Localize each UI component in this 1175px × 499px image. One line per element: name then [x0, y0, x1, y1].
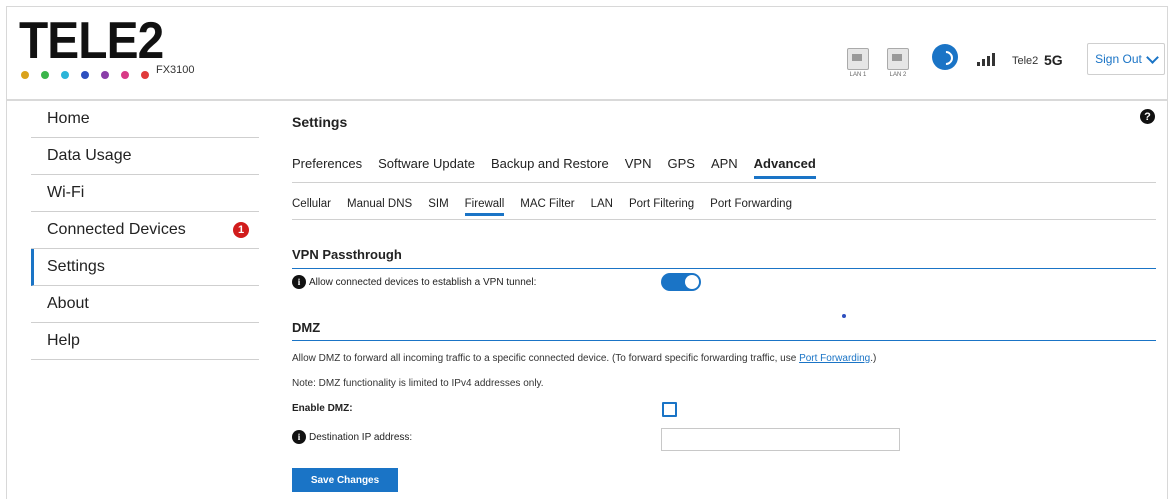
sidebar-item-data-usage[interactable]: Data Usage — [31, 138, 259, 175]
logo-dot — [81, 71, 89, 79]
top-header: TELE2 FX3100 LAN 1 LAN 2 Tele2 5G Sign O… — [7, 7, 1167, 99]
tab-preferences[interactable]: Preferences — [292, 156, 362, 179]
lan2-status: LAN 2 — [886, 48, 910, 78]
notification-badge: 1 — [233, 222, 249, 238]
dmz-description: Allow DMZ to forward all incoming traffi… — [292, 353, 876, 364]
advanced-subtabs: Cellular Manual DNS SIM Firewall MAC Fil… — [292, 198, 792, 216]
sidebar-item-label: Home — [47, 110, 90, 127]
lan-port-icon — [847, 48, 869, 70]
enable-dmz-label: Enable DMZ: — [292, 403, 353, 414]
vpn-section-title: VPN Passthrough — [292, 247, 402, 262]
lan2-label: LAN 2 — [889, 72, 907, 78]
subtabs-divider — [292, 219, 1156, 220]
sidebar-item-connected-devices[interactable]: Connected Devices 1 — [31, 212, 259, 249]
dmz-description-end: .) — [870, 353, 877, 364]
device-model: FX3100 — [156, 64, 195, 76]
network-type: 5G — [1044, 52, 1063, 68]
tab-advanced[interactable]: Advanced — [753, 156, 816, 179]
tab-apn[interactable]: APN — [711, 156, 738, 179]
dmz-description-text: Allow DMZ to forward all incoming traffi… — [292, 353, 800, 364]
sidebar-item-wifi[interactable]: Wi-Fi — [31, 175, 259, 212]
sidebar-item-label: Settings — [47, 258, 105, 275]
cursor-dot — [842, 314, 846, 318]
info-icon[interactable]: i — [292, 275, 306, 289]
save-changes-button[interactable]: Save Changes — [292, 468, 398, 492]
logo-dot — [101, 71, 109, 79]
sidebar-item-label: About — [47, 295, 89, 312]
dmz-note: Note: DMZ functionality is limited to IP… — [292, 378, 544, 389]
page-title: Settings — [292, 114, 348, 130]
sidebar-item-settings[interactable]: Settings — [31, 249, 259, 286]
tab-gps[interactable]: GPS — [667, 156, 694, 179]
logo-dot — [141, 71, 149, 79]
dmz-section-divider — [292, 340, 1156, 341]
tab-vpn[interactable]: VPN — [625, 156, 652, 179]
lan1-status: LAN 1 — [846, 48, 870, 78]
enable-dmz-checkbox[interactable] — [662, 402, 677, 417]
help-icon[interactable]: ? — [1140, 109, 1155, 124]
sign-out-label: Sign Out — [1095, 52, 1142, 66]
subtab-port-filtering[interactable]: Port Filtering — [629, 198, 694, 216]
destination-ip-label: Destination IP address: — [309, 431, 413, 443]
lan-port-icon — [887, 48, 909, 70]
vpn-passthrough-toggle[interactable] — [661, 273, 701, 291]
sidebar-item-label: Help — [47, 332, 80, 349]
subtab-lan[interactable]: LAN — [591, 198, 613, 216]
sidebar: Home Data Usage Wi-Fi Connected Devices … — [31, 101, 259, 360]
sidebar-item-label: Wi-Fi — [47, 184, 85, 201]
subtab-manual-dns[interactable]: Manual DNS — [347, 198, 412, 216]
sidebar-item-home[interactable]: Home — [31, 101, 259, 138]
carrier-name: Tele2 — [1012, 55, 1039, 67]
subtab-cellular[interactable]: Cellular — [292, 198, 331, 216]
tabs-divider — [292, 182, 1156, 183]
sidebar-item-label: Data Usage — [47, 147, 132, 164]
tele2-logo: TELE2 — [19, 12, 164, 70]
wifi-icon — [932, 44, 958, 70]
sidebar-item-about[interactable]: About — [31, 286, 259, 323]
logo-dot — [21, 71, 29, 79]
subtab-mac-filter[interactable]: MAC Filter — [520, 198, 574, 216]
dmz-section-title: DMZ — [292, 320, 321, 335]
subtab-sim[interactable]: SIM — [428, 198, 448, 216]
chevron-down-icon — [1145, 50, 1159, 64]
sidebar-item-label: Connected Devices — [47, 221, 186, 238]
port-forwarding-link[interactable]: Port Forwarding — [799, 353, 870, 364]
toggle-knob — [685, 275, 699, 289]
info-icon[interactable]: i — [292, 430, 306, 444]
signal-bars-icon — [977, 52, 995, 66]
destination-ip-row: i Destination IP address: — [292, 430, 412, 444]
logo-dot — [121, 71, 129, 79]
vpn-allow-row: i Allow connected devices to establish a… — [292, 275, 536, 289]
vpn-allow-label: Allow connected devices to establish a V… — [309, 276, 537, 288]
tab-backup-restore[interactable]: Backup and Restore — [491, 156, 609, 179]
logo-dot — [61, 71, 69, 79]
logo-dots — [21, 71, 149, 79]
tab-software-update[interactable]: Software Update — [378, 156, 475, 179]
sidebar-item-help[interactable]: Help — [31, 323, 259, 360]
subtab-firewall[interactable]: Firewall — [464, 198, 505, 216]
subtab-port-forwarding[interactable]: Port Forwarding — [710, 198, 792, 216]
logo-dot — [41, 71, 49, 79]
lan1-label: LAN 1 — [849, 72, 867, 78]
vpn-section-divider — [292, 268, 1156, 269]
settings-tabs: Preferences Software Update Backup and R… — [292, 156, 816, 179]
sign-out-button[interactable]: Sign Out — [1087, 43, 1165, 75]
destination-ip-input[interactable] — [661, 428, 900, 451]
